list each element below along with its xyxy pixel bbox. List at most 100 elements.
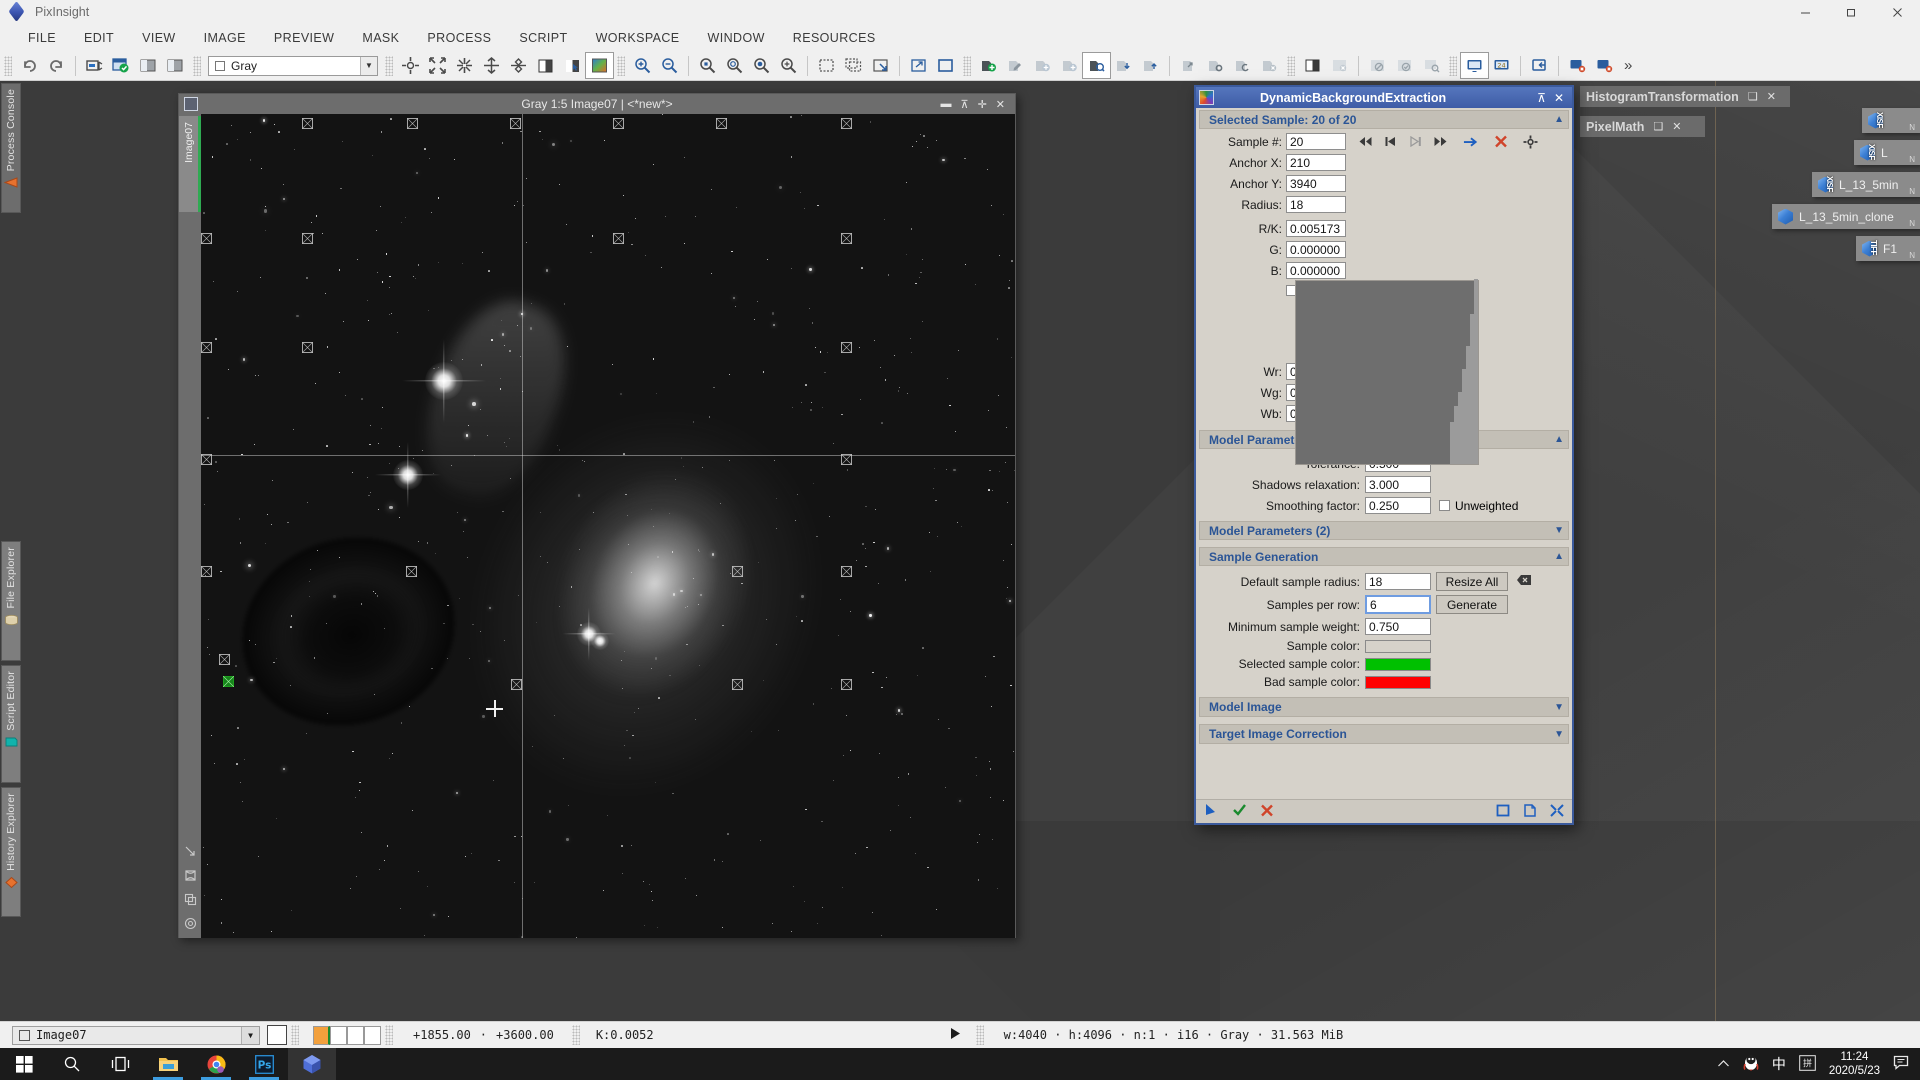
- pixelmath-restore-icon[interactable]: ❑: [1653, 120, 1663, 133]
- image-window-minimize-button[interactable]: ▬: [941, 98, 952, 111]
- window-minimize-button[interactable]: [1782, 0, 1828, 24]
- panel-restore-icon[interactable]: ❑: [1748, 90, 1758, 103]
- image-canvas[interactable]: [201, 114, 1015, 938]
- dbe-new-instance-button[interactable]: [1496, 804, 1510, 820]
- save-process-icon-button[interactable]: [1137, 53, 1164, 78]
- dbe-cancel-button[interactable]: [1260, 804, 1274, 820]
- dbe-sample-marker[interactable]: [841, 566, 852, 577]
- dbe-smoothing-factor-input[interactable]: 0.250: [1365, 497, 1431, 514]
- sidebar-item-script-editor[interactable]: Script Editor: [1, 665, 21, 783]
- dbe-unweighted-checkbox[interactable]: [1439, 500, 1450, 511]
- sample-marker-icon[interactable]: [184, 869, 197, 885]
- fit-view-button[interactable]: [424, 53, 451, 78]
- new-preview-button[interactable]: [813, 53, 840, 78]
- view-properties-button[interactable]: [81, 53, 108, 78]
- chrome-icon[interactable]: [192, 1048, 240, 1080]
- dbe-apply-to-view-button[interactable]: [1204, 803, 1219, 820]
- pixelmath-close-icon[interactable]: ✕: [1672, 120, 1681, 133]
- chevron-up-icon[interactable]: ▲: [1554, 551, 1564, 562]
- chevron-up-icon[interactable]: ▲: [1554, 434, 1564, 445]
- readout-swatch-1[interactable]: [313, 1025, 330, 1045]
- menu-workspace[interactable]: WORKSPACE: [582, 28, 694, 48]
- search-icon[interactable]: [48, 1048, 96, 1080]
- toolbar-grip-5-icon[interactable]: [963, 55, 971, 76]
- mask-show-button[interactable]: [532, 53, 559, 78]
- mask-enable-button[interactable]: [1299, 53, 1326, 78]
- mask-apply-button[interactable]: [1391, 53, 1418, 78]
- dbe-section-sample-generation[interactable]: Sample Generation ▲: [1199, 547, 1569, 566]
- ime-pinyin-icon[interactable]: 拼: [1799, 1054, 1816, 1074]
- reset-preview-button[interactable]: [932, 53, 959, 78]
- open-image-button[interactable]: [108, 53, 135, 78]
- stf-reset-button[interactable]: [1564, 53, 1591, 78]
- dbe-section-target-image-correction[interactable]: Target Image Correction ▼: [1199, 724, 1569, 744]
- mask-invert-button[interactable]: [1364, 53, 1391, 78]
- panel-close-icon[interactable]: ✕: [1767, 90, 1776, 103]
- view-properties-icon[interactable]: [267, 1025, 287, 1045]
- dbe-sample-marker[interactable]: [302, 233, 313, 244]
- readout-swatch-4[interactable]: [364, 1025, 381, 1045]
- chevron-down-icon[interactable]: ▼: [1554, 702, 1564, 713]
- menu-process[interactable]: PROCESS: [413, 28, 505, 48]
- zoom-in-button[interactable]: [629, 53, 656, 78]
- dbe-sample-color-swatch[interactable]: [1365, 639, 1431, 653]
- chevron-down-icon[interactable]: ▼: [360, 56, 377, 75]
- panel-histogram-transformation[interactable]: HistogramTransformation ❑ ✕: [1580, 86, 1790, 107]
- duplicate-view-button[interactable]: [135, 53, 162, 78]
- fit-window-button[interactable]: [505, 53, 532, 78]
- toolbar-overflow-icon[interactable]: »: [1618, 57, 1638, 74]
- sidebar-item-history-explorer[interactable]: History Explorer: [1, 787, 21, 917]
- view-tab-image07[interactable]: Image07: [179, 116, 201, 212]
- chevron-up-icon[interactable]: [1717, 1057, 1730, 1071]
- image-icon-l-13-5min-clone[interactable]: L_13_5min_clone N: [1772, 204, 1920, 229]
- toolbar-grip-icon[interactable]: [4, 55, 12, 76]
- undo-preview-button[interactable]: [905, 53, 932, 78]
- resize-preview-button[interactable]: [867, 53, 894, 78]
- process-refresh-button[interactable]: [1229, 53, 1256, 78]
- taskbar-clock[interactable]: 11:24 2020/5/23: [1829, 1050, 1880, 1078]
- dbe-sample-marker[interactable]: [302, 118, 313, 129]
- toolbar-grip-7-icon[interactable]: [1449, 55, 1457, 76]
- dbe-close-button[interactable]: ✕: [1554, 91, 1564, 105]
- undo-button[interactable]: [16, 53, 43, 78]
- add-process-icon-button[interactable]: [1029, 53, 1056, 78]
- zoom-custom-button[interactable]: [775, 53, 802, 78]
- readout-arrow-icon[interactable]: [184, 845, 197, 861]
- dynamic-background-extraction-button[interactable]: [585, 52, 614, 79]
- sidebar-item-file-explorer[interactable]: File Explorer: [1, 541, 21, 661]
- chevron-down-icon[interactable]: ▼: [1554, 729, 1564, 740]
- next-sample-button[interactable]: [1408, 135, 1423, 148]
- dbe-sample-marker[interactable]: [841, 454, 852, 465]
- duplicate-view-2-button[interactable]: [162, 53, 189, 78]
- image-window-close-button[interactable]: ✕: [996, 98, 1005, 111]
- process-settings-button[interactable]: [1202, 53, 1229, 78]
- menu-edit[interactable]: EDIT: [70, 28, 128, 48]
- dbe-radius-input[interactable]: 18: [1286, 196, 1346, 213]
- notifications-icon[interactable]: [1893, 1055, 1910, 1073]
- process-delete-button[interactable]: [1256, 53, 1283, 78]
- toolbar-grip-4-icon[interactable]: [617, 55, 625, 76]
- dbe-sample-marker[interactable]: [511, 679, 522, 690]
- previous-sample-button[interactable]: [1383, 135, 1398, 148]
- readout-swatch-3[interactable]: [347, 1025, 364, 1045]
- dbe-sample-marker[interactable]: [201, 566, 212, 577]
- file-explorer-icon[interactable]: [144, 1048, 192, 1080]
- dbe-collapse-button[interactable]: ⊼: [1537, 91, 1546, 105]
- menu-resources[interactable]: RESOURCES: [779, 28, 890, 48]
- center-sample-button[interactable]: [1523, 135, 1538, 148]
- status-play-button[interactable]: [949, 1027, 962, 1043]
- dbe-sample-marker[interactable]: [841, 679, 852, 690]
- dbe-browse-documentation-button[interactable]: [1523, 803, 1537, 820]
- stf-24bit-button[interactable]: 24: [1488, 53, 1515, 78]
- mask-selector-combo[interactable]: Gray ▼: [208, 55, 378, 76]
- dbe-section-model-parameters-2[interactable]: Model Parameters (2) ▼: [1199, 521, 1569, 540]
- photoshop-icon[interactable]: Ps: [240, 1048, 288, 1080]
- start-icon[interactable]: [0, 1048, 48, 1080]
- dbe-sample-marker[interactable]: [406, 566, 417, 577]
- screen-transfer-function-button[interactable]: [1460, 52, 1489, 79]
- dbe-sample-marker[interactable]: [510, 118, 521, 129]
- toolbar-grip-2-icon[interactable]: [193, 55, 201, 76]
- redo-button[interactable]: [43, 53, 70, 78]
- chevron-down-icon[interactable]: ▼: [241, 1026, 259, 1044]
- chevron-down-icon[interactable]: ▼: [1554, 525, 1564, 536]
